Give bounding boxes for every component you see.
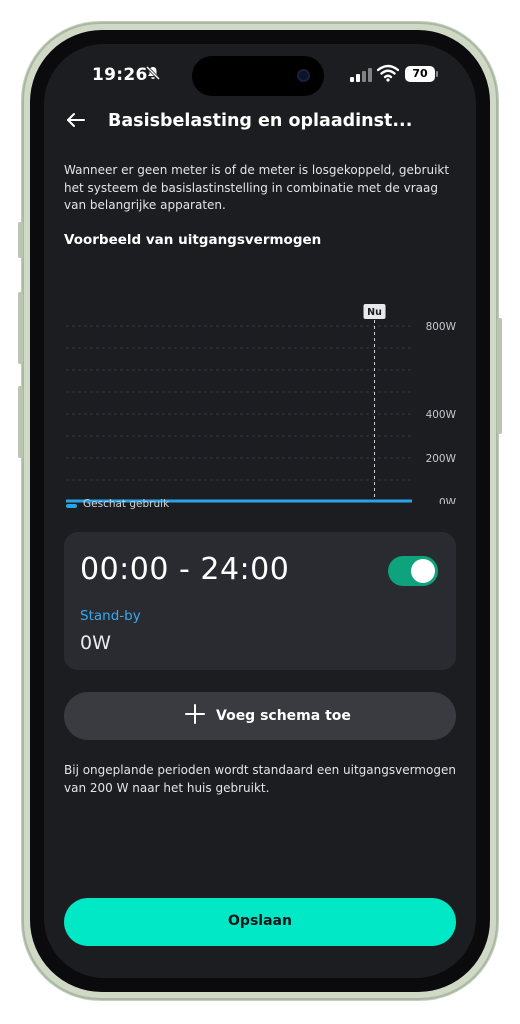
schedule-toggle[interactable] — [388, 556, 438, 586]
battery-level: 70 — [412, 67, 428, 80]
schedule-mode: Stand-by — [80, 608, 141, 624]
y-tick-label: 800W — [426, 321, 457, 333]
page-title: Basisbelasting en oplaadinst... — [108, 111, 413, 131]
plus-icon — [184, 703, 206, 729]
status-bar: 19:26 70 — [44, 44, 476, 104]
output-power-chart: 800W400W200W0W00:0006:0012:0018:0024:00N… — [44, 254, 476, 504]
arrow-left-icon[interactable] — [64, 108, 92, 136]
y-tick-label: 400W — [426, 409, 457, 421]
legend-label: Geschat gebruik — [83, 498, 170, 510]
schedule-time-range: 00:00 - 24:00 — [80, 552, 290, 587]
dynamic-island — [192, 56, 324, 96]
action-button — [18, 222, 23, 258]
y-tick-label: 0W — [439, 497, 457, 504]
add-schedule-label: Voeg schema toe — [216, 708, 351, 724]
schedule-power: 0W — [80, 632, 111, 654]
status-time: 19:26 — [92, 65, 148, 85]
legend-swatch — [66, 504, 77, 508]
signal-icon — [350, 68, 372, 82]
schedule-card[interactable]: 00:00 - 24:00 Stand-by 0W — [64, 532, 456, 670]
chart-svg: 800W400W200W0W00:0006:0012:0018:0024:00N… — [66, 304, 457, 504]
header: Basisbelasting en oplaadinst... — [44, 106, 476, 142]
add-schedule-button[interactable]: Voeg schema toe — [64, 692, 456, 740]
battery-cap — [436, 71, 438, 77]
save-label: Opslaan — [228, 913, 292, 929]
power-button — [497, 318, 502, 434]
camera-icon — [297, 69, 310, 82]
y-tick-label: 200W — [426, 453, 457, 465]
battery-icon: 70 — [405, 66, 435, 82]
bell-muted-icon — [145, 65, 161, 85]
volume-up-button — [18, 292, 23, 364]
wifi-icon — [376, 64, 400, 82]
volume-down-button — [18, 386, 23, 458]
now-label: Nu — [367, 307, 382, 318]
default-note: Bij ongeplande perioden wordt standaard … — [64, 763, 456, 795]
app-screen: 19:26 70 Basisbelasting en oplaadinst...… — [44, 44, 476, 978]
toggle-knob — [411, 559, 435, 583]
save-button[interactable]: Opslaan — [64, 898, 456, 946]
chart-title: Voorbeeld van uitgangsvermogen — [64, 232, 322, 248]
intro-text: Wanneer er geen meter is of de meter is … — [64, 163, 450, 212]
